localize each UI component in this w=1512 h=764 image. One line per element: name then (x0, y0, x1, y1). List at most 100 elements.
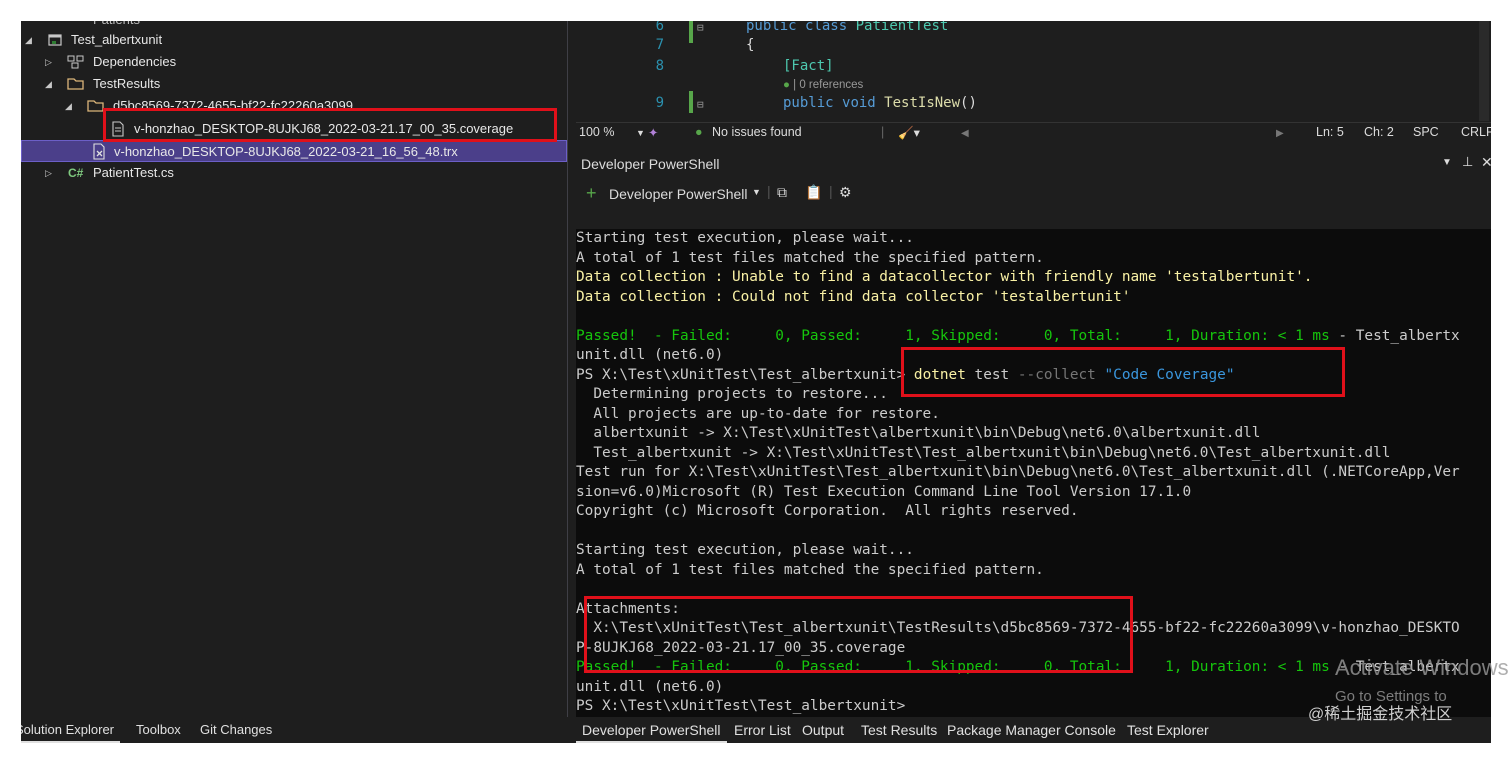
terminal-toolbar: + Developer PowerShell ▼ | ⧉ 📋 | ⚙ (576, 181, 1491, 207)
terminal-line: A total of 1 test files matched the spec… (576, 561, 1491, 581)
tab-test-results[interactable]: Test Results (855, 719, 943, 741)
collapse-icon[interactable]: ⊟ (697, 98, 704, 111)
check-circle-icon: ● (695, 125, 703, 139)
terminal-text: "Code Coverage" (1095, 366, 1235, 383)
terminal-text: P-8UJKJ68_2022-03-21.17_00_35.coverage (576, 639, 906, 656)
terminal-text: PS X:\Test\xUnitTest\Test_albertxunit> (576, 366, 914, 383)
tree-item-test-project[interactable]: ◢ Test_albertxunit (21, 29, 567, 51)
activate-windows-watermark: Activate Windows (1335, 655, 1509, 680)
tree-item-label: Dependencies (93, 54, 177, 69)
chevron-down-icon[interactable]: ▼ (752, 187, 761, 197)
line-indicator[interactable]: Ln: 5 (1316, 125, 1344, 139)
tab-test-explorer[interactable]: Test Explorer (1121, 719, 1215, 741)
terminal-line: PS X:\Test\xUnitTest\Test_albertxunit> d… (576, 366, 1491, 386)
paste-icon[interactable]: 📋 (805, 184, 822, 201)
terminal-text: sion=v6.0)Microsoft (R) Test Execution C… (576, 483, 1192, 500)
cleanup-icon[interactable]: 🧹▾ (898, 125, 920, 141)
collapse-icon[interactable]: ⊟ (697, 21, 704, 34)
terminal-text: --collect (1017, 366, 1096, 383)
code-line: [Fact] (783, 58, 834, 74)
new-terminal-button[interactable]: Developer PowerShell (609, 186, 748, 202)
change-marker (689, 91, 693, 113)
tree-item-trx-file[interactable]: v-honzhao_DESKTOP-8UJKJ68_2022-03-21_16_… (21, 140, 567, 162)
column-indicator[interactable]: Ch: 2 (1364, 125, 1394, 139)
chevron-down-icon[interactable]: ▼ (636, 128, 645, 138)
terminal-text: - Test_albertx (1329, 327, 1460, 344)
terminal-panel-header: Developer PowerShell ▼ ⊥ ✕ (576, 153, 1491, 175)
codelens[interactable]: ● | 0 references (783, 79, 863, 91)
tab-git-changes[interactable]: Git Changes (194, 719, 278, 741)
left-panel-tabs: Solution Explorer Toolbox Git Changes (21, 719, 567, 743)
code-line: { (746, 37, 755, 53)
pin-icon[interactable]: ⊥ (1462, 154, 1473, 170)
terminal-line: Test_albertxunit -> X:\Test\xUnitTest\Te… (576, 444, 1491, 464)
tree-item-guid-folder[interactable]: ◢ d5bc8569-7372-4655-bf22-fc22260a3099 (21, 95, 567, 117)
terminal-text: Passed! - Failed: 0, Passed: 1, Skipped:… (576, 659, 1330, 675)
terminal-text: Data collection : Could not find data co… (576, 288, 1131, 305)
copy-icon[interactable]: ⧉ (777, 184, 787, 201)
tab-toolbox[interactable]: Toolbox (130, 719, 187, 741)
zoom-level[interactable]: 100 % (579, 125, 614, 139)
divider: | (767, 183, 771, 199)
terminal-text: PS X:\Test\xUnitTest\Test_albertxunit> (576, 698, 906, 714)
visual-studio-window: Patients ◢ Test_albertxunit ▷ Dependenci… (21, 21, 1491, 743)
csharp-file-icon: C# (68, 166, 84, 180)
terminal-text: Attachments: (576, 600, 680, 617)
scroll-right-icon[interactable]: ▶ (1276, 128, 1284, 139)
whitespace-indicator[interactable]: SPC (1413, 125, 1439, 139)
line-number: 9 (655, 95, 664, 111)
tree-item-testresults[interactable]: ◢ TestResults (21, 73, 567, 95)
terminal-text: Data collection : Unable to find a datac… (576, 269, 1313, 285)
line-ending-indicator[interactable]: CRLF (1461, 125, 1491, 139)
folder-open-icon (67, 78, 84, 90)
terminal-line: A total of 1 test files matched the spec… (576, 249, 1491, 269)
terminal-text: A total of 1 test files matched the spec… (576, 561, 1044, 578)
code-line: public void TestIsNew() (783, 95, 977, 111)
code-editor[interactable]: 6 ⊟ public class PatientTest 7 { 8 [Fact… (576, 21, 1491, 122)
terminal-text: Test_albertxunit -> X:\Test\xUnitTest\Te… (576, 444, 1391, 461)
terminal-text: Copyright (c) Microsoft Corporation. All… (576, 503, 1079, 519)
plus-icon[interactable]: + (586, 183, 597, 204)
gear-icon[interactable]: ⚙ (839, 184, 852, 201)
terminal-text: X:\Test\xUnitTest\Test_albertxunit\TestR… (576, 620, 1460, 636)
line-number: 6 (655, 21, 664, 34)
test-project-icon (48, 34, 62, 46)
close-icon[interactable]: ✕ (1481, 154, 1491, 171)
terminal-text: Starting test execution, please wait... (576, 230, 914, 246)
terminal-line: unit.dll (net6.0) (576, 346, 1491, 366)
tree-item-coverage-file[interactable]: v-honzhao_DESKTOP-8UJKJ68_2022-03-21.17_… (21, 118, 567, 140)
collapse-arrow-icon[interactable]: ◢ (65, 95, 72, 117)
collapse-arrow-icon[interactable]: ◢ (45, 73, 52, 95)
expand-arrow-icon[interactable]: ▷ (45, 162, 52, 184)
tab-package-manager-console[interactable]: Package Manager Console (941, 719, 1122, 741)
collapse-arrow-icon[interactable]: ◢ (25, 29, 32, 51)
terminal-text: A total of 1 test files matched the spec… (576, 249, 1044, 266)
tab-developer-powershell[interactable]: Developer PowerShell (576, 719, 727, 743)
chevron-down-icon[interactable]: ▼ (1442, 157, 1452, 168)
terminal-text: Passed! - Failed: 0, Passed: 1, Skipped:… (576, 327, 1330, 344)
tree-item-label: v-honzhao_DESKTOP-8UJKJ68_2022-03-21.17_… (134, 121, 514, 136)
terminal-line: Data collection : Unable to find a datac… (576, 268, 1491, 288)
expand-arrow-icon[interactable]: ▷ (45, 51, 52, 73)
terminal-line: All projects are up-to-date for restore. (576, 405, 1491, 425)
issues-status[interactable]: No issues found (712, 125, 802, 139)
dependencies-icon (67, 55, 84, 69)
tree-item-patienttest-cs[interactable]: ▷ C# PatientTest.cs (21, 162, 567, 184)
editor-scrollbar[interactable] (1479, 21, 1489, 121)
terminal-output[interactable]: Starting test execution, please wait... A… (576, 229, 1491, 717)
terminal-text: unit.dll (net6.0) (576, 678, 724, 695)
tree-item-dependencies[interactable]: ▷ Dependencies (21, 51, 567, 73)
tree-item-label: v-honzhao_DESKTOP-8UJKJ68_2022-03-21_16_… (114, 144, 458, 159)
terminal-line: Starting test execution, please wait... (576, 541, 1491, 561)
scroll-left-icon[interactable]: ◀ (961, 128, 969, 139)
intellicode-icon[interactable]: ✦ (648, 125, 658, 140)
terminal-line: sion=v6.0)Microsoft (R) Test Execution C… (576, 483, 1491, 503)
terminal-line: Attachments: (576, 600, 1491, 620)
panel-title: Developer PowerShell (581, 156, 720, 172)
tab-output[interactable]: Output (796, 719, 850, 741)
test-results-file-icon (93, 143, 105, 160)
tab-error-list[interactable]: Error List (728, 719, 797, 741)
terminal-line: Data collection : Could not find data co… (576, 288, 1491, 308)
tab-solution-explorer[interactable]: Solution Explorer (21, 719, 120, 743)
